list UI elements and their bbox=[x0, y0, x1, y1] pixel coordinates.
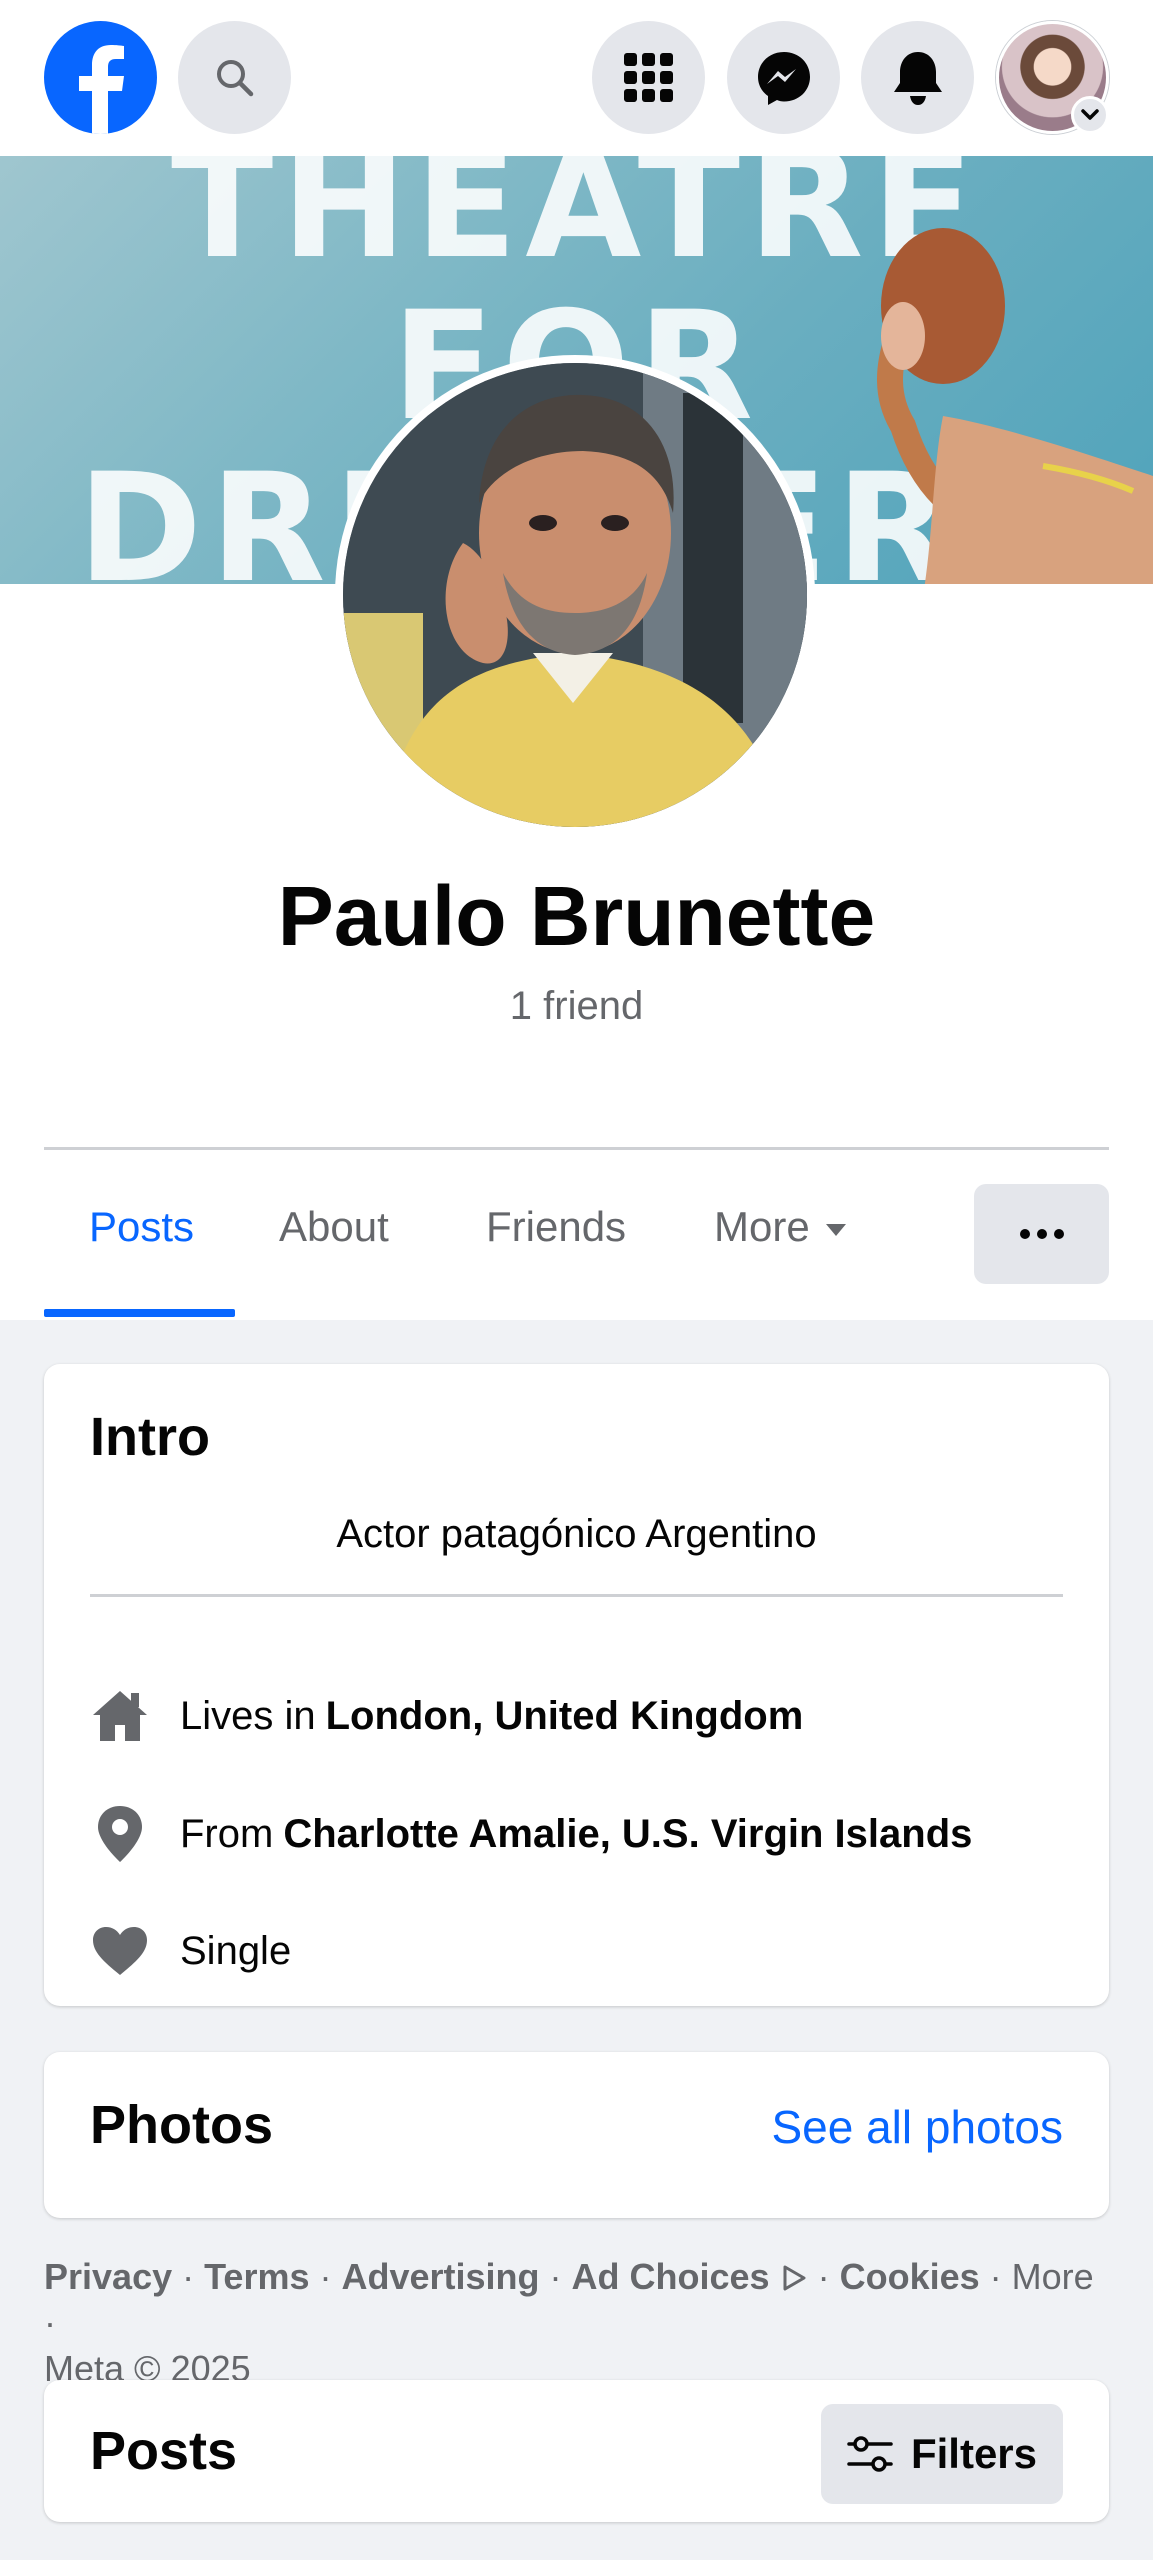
posts-card: Posts Filters bbox=[44, 2380, 1109, 2522]
profile-picture[interactable] bbox=[335, 355, 815, 835]
bio-text: Actor patagónico Argentino bbox=[336, 1512, 817, 1556]
ellipsis-icon bbox=[1019, 1229, 1030, 1239]
footer-links: Privacy · Terms · Advertising · Ad Choic… bbox=[44, 2256, 1094, 2389]
posts-title: Posts bbox=[90, 2421, 238, 2481]
lives-in-prefix: Lives in bbox=[180, 1693, 316, 1738]
location-pin-icon bbox=[90, 1804, 150, 1864]
lives-in-row: Lives in London, United Kingdom bbox=[90, 1686, 803, 1746]
tab-friends[interactable]: Friends bbox=[486, 1203, 626, 1251]
filters-label: Filters bbox=[910, 2430, 1038, 2477]
tab-more-label: More bbox=[714, 1203, 810, 1250]
caret-down-icon bbox=[825, 1223, 846, 1236]
see-all-photos-link[interactable]: See all photos bbox=[771, 2100, 1063, 2154]
more-link[interactable]: More bbox=[1012, 2256, 1094, 2297]
photos-title: Photos bbox=[90, 2095, 273, 2155]
from-value[interactable]: Charlotte Amalie, U.S. Virgin Islands bbox=[283, 1812, 972, 1857]
cookies-link[interactable]: Cookies bbox=[840, 2256, 980, 2297]
relationship-row: Single bbox=[90, 1921, 291, 1981]
photos-card: Photos See all photos bbox=[44, 2052, 1109, 2218]
filters-icon bbox=[847, 2436, 893, 2472]
divider bbox=[90, 1594, 1063, 1597]
heart-icon bbox=[90, 1921, 150, 1981]
terms-link[interactable]: Terms bbox=[204, 2256, 309, 2297]
profile-page: THEATRE FOR DREAMERS bbox=[0, 0, 1153, 2560]
tab-more[interactable]: More bbox=[714, 1203, 848, 1251]
divider bbox=[44, 1147, 1109, 1150]
messenger-icon bbox=[757, 51, 810, 105]
bell-icon bbox=[893, 51, 942, 105]
ad-choices-icon bbox=[783, 2265, 806, 2291]
ad-choices-link[interactable]: Ad Choices bbox=[572, 2256, 808, 2297]
from-prefix: From bbox=[180, 1811, 274, 1856]
facebook-logo-icon[interactable] bbox=[44, 21, 157, 134]
search-button[interactable] bbox=[178, 21, 291, 134]
filters-button[interactable]: Filters bbox=[821, 2404, 1063, 2504]
messenger-button[interactable] bbox=[727, 21, 840, 134]
more-options-button[interactable] bbox=[974, 1184, 1109, 1284]
advertising-link[interactable]: Advertising bbox=[342, 2256, 540, 2297]
tab-about[interactable]: About bbox=[279, 1203, 389, 1251]
chevron-down-icon bbox=[1071, 96, 1109, 134]
grid-menu-icon bbox=[623, 52, 673, 102]
intro-title: Intro bbox=[90, 1407, 210, 1467]
home-icon bbox=[90, 1686, 150, 1746]
cover-figure bbox=[877, 228, 1153, 584]
account-avatar[interactable] bbox=[996, 21, 1109, 134]
active-tab-indicator bbox=[44, 1309, 235, 1317]
tab-posts[interactable]: Posts bbox=[89, 1203, 194, 1251]
notifications-button[interactable] bbox=[861, 21, 974, 134]
top-bar bbox=[0, 0, 1153, 156]
intro-card: Intro Actor patagónico Argentino Lives i… bbox=[44, 1364, 1109, 2006]
friend-count[interactable]: 1 friend bbox=[0, 984, 1153, 1029]
search-icon bbox=[216, 59, 253, 96]
privacy-link[interactable]: Privacy bbox=[44, 2256, 172, 2297]
profile-name: Paulo Brunette bbox=[277, 869, 876, 963]
profile-photo bbox=[343, 363, 807, 827]
relationship-status: Single bbox=[180, 1928, 292, 1973]
from-row: From Charlotte Amalie, U.S. Virgin Island… bbox=[90, 1804, 972, 1864]
lives-in-value[interactable]: London, United Kingdom bbox=[326, 1694, 804, 1739]
menu-button[interactable] bbox=[592, 21, 705, 134]
